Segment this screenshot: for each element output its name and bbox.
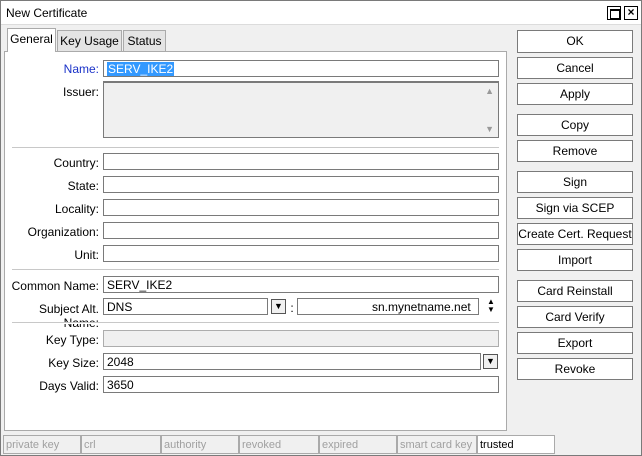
ok-button[interactable]: OK — [517, 30, 633, 53]
subject-alt-name-type-select[interactable]: DNS — [103, 298, 268, 315]
unit-label: Unit: — [74, 248, 99, 262]
card-verify-button[interactable]: Card Verify — [517, 306, 633, 328]
sign-button[interactable]: Sign — [517, 171, 633, 193]
create-cert-request-button[interactable]: Create Cert. Request — [517, 223, 633, 245]
locality-label: Locality: — [54, 202, 99, 216]
name-label: Name: — [63, 62, 99, 76]
status-bar: private key crl authority revoked expire… — [1, 434, 641, 455]
status-authority: authority — [161, 435, 239, 454]
divider — [12, 147, 499, 149]
tab-key-usage[interactable]: Key Usage — [57, 30, 122, 52]
days-valid-field[interactable]: 3650 — [103, 376, 499, 393]
divider — [12, 269, 499, 271]
key-type-label: Key Type: — [45, 333, 99, 347]
apply-button[interactable]: Apply — [517, 83, 633, 105]
cancel-button[interactable]: Cancel — [517, 57, 633, 79]
key-type-field — [103, 330, 499, 347]
unit-field[interactable] — [103, 245, 499, 262]
scroll-up-icon[interactable]: ▲ — [485, 86, 494, 96]
dropdown-icon[interactable]: ▼ — [271, 299, 286, 314]
common-name-field[interactable]: SERV_IKE2 — [103, 276, 499, 293]
status-private-key: private key — [3, 435, 81, 454]
spin-updown-icon[interactable]: ▲ ▼ — [485, 298, 497, 316]
separator-colon: : — [290, 301, 294, 315]
remove-button[interactable]: Remove — [517, 140, 633, 162]
issuer-label: Issuer: — [62, 85, 99, 99]
title-bar: New Certificate × — [1, 1, 641, 25]
sign-via-scep-button[interactable]: Sign via SCEP — [517, 197, 633, 219]
subject-alt-name-label: Subject Alt. Name: — [38, 302, 99, 330]
name-field[interactable]: SERV_IKE2 — [103, 60, 499, 77]
common-name-label: Common Name: — [11, 279, 99, 293]
status-revoked: revoked — [239, 435, 319, 454]
maximize-icon[interactable] — [607, 6, 621, 20]
divider — [12, 322, 499, 324]
locality-field[interactable] — [103, 199, 499, 216]
new-certificate-window: New Certificate × General Key Usage Stat… — [0, 0, 642, 456]
import-button[interactable]: Import — [517, 249, 633, 271]
window-title: New Certificate — [6, 6, 88, 20]
days-valid-label: Days Valid: — [39, 379, 99, 393]
card-reinstall-button[interactable]: Card Reinstall — [517, 280, 633, 302]
status-smart-card-key: smart card key — [397, 435, 477, 454]
state-label: State: — [67, 179, 99, 193]
close-icon[interactable]: × — [624, 6, 638, 20]
subject-alt-name-value-field[interactable]: sn.mynetname.net — [297, 298, 479, 315]
status-trusted: trusted — [477, 435, 555, 454]
export-button[interactable]: Export — [517, 332, 633, 354]
dropdown-icon[interactable]: ▼ — [483, 354, 498, 369]
status-expired: expired — [319, 435, 397, 454]
tab-status[interactable]: Status — [123, 30, 166, 52]
organization-label: Organization: — [27, 225, 99, 239]
country-field[interactable] — [103, 153, 499, 170]
key-size-select[interactable]: 2048 — [103, 353, 481, 370]
issuer-field: ▲ ▼ — [103, 81, 499, 138]
status-crl: crl — [81, 435, 161, 454]
key-size-label: Key Size: — [48, 356, 99, 370]
country-label: Country: — [53, 156, 99, 170]
scroll-down-icon[interactable]: ▼ — [485, 124, 494, 134]
revoke-button[interactable]: Revoke — [517, 358, 633, 380]
state-field[interactable] — [103, 176, 499, 193]
copy-button[interactable]: Copy — [517, 114, 633, 136]
tab-general[interactable]: General — [7, 28, 56, 52]
organization-field[interactable] — [103, 222, 499, 239]
